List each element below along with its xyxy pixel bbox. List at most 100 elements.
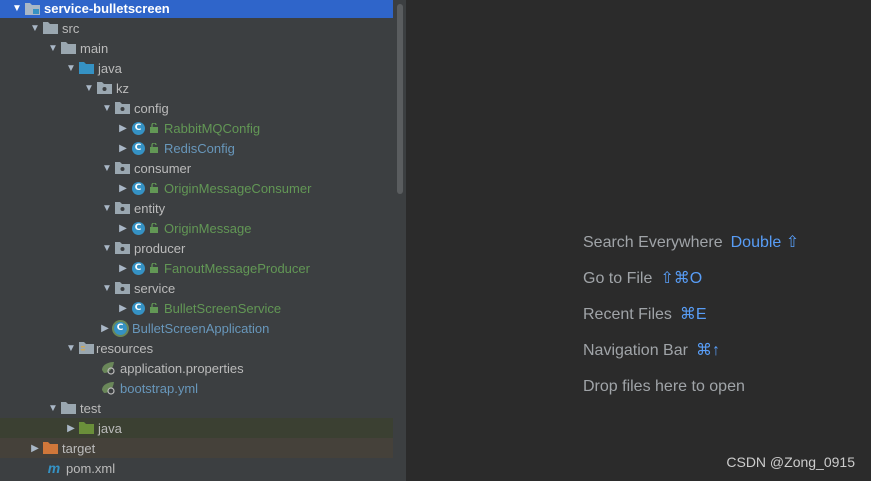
tree-item-consumer[interactable]: ▼ consumer [0, 158, 393, 178]
chevron-right-icon[interactable]: ▶ [116, 178, 130, 198]
chevron-down-icon[interactable]: ▼ [64, 338, 78, 358]
editor-empty-area[interactable]: Search Everywhere Double ⇧ Go to File ⇧⌘… [408, 0, 871, 481]
tree-item-label: RabbitMQConfig [164, 120, 261, 136]
chevron-right-icon[interactable]: ▶ [116, 138, 130, 158]
tree-item-label: config [134, 100, 169, 116]
class-icon: C [130, 220, 146, 236]
lock-icon [150, 123, 160, 133]
tree-item-redis-config[interactable]: ▶ C RedisConfig [0, 138, 393, 158]
tree-item-pom-xml[interactable]: m pom.xml [0, 458, 393, 478]
lock-icon [150, 303, 160, 313]
spring-config-icon [100, 360, 116, 376]
tree-item-label: OriginMessage [164, 220, 252, 236]
chevron-down-icon[interactable]: ▼ [100, 238, 114, 258]
folder-icon [42, 20, 58, 36]
tree-item-java[interactable]: ▼ java [0, 58, 393, 78]
tree-item-label: OriginMessageConsumer [164, 180, 312, 196]
tip-navigation-bar: Navigation Bar ⌘↑ [583, 341, 799, 377]
tree-item-label: test [80, 400, 101, 416]
tree-item-service[interactable]: ▼ service [0, 278, 393, 298]
tree-item-label: bootstrap.yml [120, 380, 199, 396]
tree-item-target[interactable]: ▶ target [0, 438, 393, 458]
tree-item-bootstrap-yml[interactable]: bootstrap.yml [0, 378, 393, 398]
tree-item-label: producer [134, 240, 186, 256]
source-folder-icon [78, 60, 94, 76]
chevron-right-icon[interactable]: ▶ [116, 118, 130, 138]
tree-item-label: consumer [134, 160, 192, 176]
chevron-right-icon[interactable]: ▶ [28, 438, 42, 458]
chevron-down-icon[interactable]: ▼ [82, 78, 96, 98]
tree-item-producer[interactable]: ▼ producer [0, 238, 393, 258]
tree-item-label: java [98, 60, 122, 76]
tree-item-service-bulletscreen[interactable]: ▼ service-bulletscreen [0, 0, 393, 18]
scrollbar-thumb[interactable] [397, 4, 403, 194]
tree-item-fanout-message-producer[interactable]: ▶ C FanoutMessageProducer [0, 258, 393, 278]
package-icon [114, 160, 130, 176]
tree-item-label: service [134, 280, 176, 296]
shortcut: ⇧⌘O [660, 270, 703, 287]
shortcut: ⌘↑ [695, 342, 720, 359]
lock-icon [150, 183, 160, 193]
module-folder-icon [24, 0, 40, 16]
shortcut: ⌘E [679, 306, 707, 323]
tip-drop-files: Drop files here to open [583, 378, 745, 395]
tree-item-label: main [80, 40, 109, 56]
tree-item-label: BulletScreenService [164, 300, 282, 316]
chevron-down-icon[interactable]: ▼ [100, 158, 114, 178]
tree-item-label: entity [134, 200, 166, 216]
chevron-down-icon[interactable]: ▼ [64, 58, 78, 78]
chevron-down-icon[interactable]: ▼ [100, 98, 114, 118]
tree-item-label: BulletScreenApplication [132, 320, 270, 336]
maven-icon: m [47, 460, 61, 476]
watermark: CSDN @Zong_0915 [726, 454, 855, 470]
chevron-down-icon[interactable]: ▼ [100, 198, 114, 218]
class-icon: C [130, 120, 146, 136]
chevron-right-icon[interactable]: ▶ [98, 318, 112, 338]
tree-item-origin-message[interactable]: ▶ C OriginMessage [0, 218, 393, 238]
package-icon [114, 200, 130, 216]
tree-item-config[interactable]: ▼ config [0, 98, 393, 118]
chevron-right-icon[interactable]: ▶ [116, 298, 130, 318]
tree-item-resources[interactable]: ▼ resources [0, 338, 393, 358]
tree-item-label: application.properties [120, 360, 244, 376]
tree-item-origin-message-consumer[interactable]: ▶ C OriginMessageConsumer [0, 178, 393, 198]
chevron-right-icon[interactable]: ▶ [116, 258, 130, 278]
package-icon [114, 280, 130, 296]
tree-item-label: src [62, 20, 80, 36]
spring-boot-class-icon: C [112, 320, 128, 336]
tree-scrollbar[interactable] [393, 0, 407, 481]
folder-icon [60, 400, 76, 416]
chevron-right-icon[interactable]: ▶ [116, 218, 130, 238]
tip-go-to-file: Go to File ⇧⌘O [583, 269, 799, 305]
tree-item-label: target [62, 440, 96, 456]
package-icon [96, 80, 112, 96]
chevron-down-icon[interactable]: ▼ [100, 278, 114, 298]
tree-item-label: service-bulletscreen [44, 0, 170, 16]
tree-item-bullet-screen-service[interactable]: ▶ C BulletScreenService [0, 298, 393, 318]
project-tree-panel[interactable]: ▼ service-bulletscreen ▼ src ▼ main ▼ ja… [0, 0, 393, 481]
tree-item-kz[interactable]: ▼ kz [0, 78, 393, 98]
tree-item-rabbitmq-config[interactable]: ▶ C RabbitMQConfig [0, 118, 393, 138]
tree-item-label: kz [116, 80, 129, 96]
editor-tips: Search Everywhere Double ⇧ Go to File ⇧⌘… [583, 233, 799, 413]
tree-item-src[interactable]: ▼ src [0, 18, 393, 38]
tree-item-application-properties[interactable]: application.properties [0, 358, 393, 378]
tree-item-test[interactable]: ▼ test [0, 398, 393, 418]
tree-item-test-java[interactable]: ▶ java [0, 418, 393, 438]
tip-recent-files: Recent Files ⌘E [583, 305, 799, 341]
chevron-down-icon[interactable]: ▼ [10, 0, 24, 18]
tree-item-label: RedisConfig [164, 140, 235, 156]
tree-item-bullet-screen-application[interactable]: ▶ C BulletScreenApplication [0, 318, 393, 338]
tip-search-everywhere: Search Everywhere Double ⇧ [583, 233, 799, 269]
chevron-right-icon[interactable]: ▶ [64, 418, 78, 438]
tree-item-entity[interactable]: ▼ entity [0, 198, 393, 218]
tree-item-label: resources [96, 340, 154, 356]
folder-icon [60, 40, 76, 56]
chevron-down-icon[interactable]: ▼ [46, 38, 60, 58]
tree-item-main[interactable]: ▼ main [0, 38, 393, 58]
chevron-down-icon[interactable]: ▼ [46, 398, 60, 418]
class-icon: C [130, 140, 146, 156]
class-icon: C [130, 300, 146, 316]
lock-icon [150, 143, 160, 153]
chevron-down-icon[interactable]: ▼ [28, 18, 42, 38]
